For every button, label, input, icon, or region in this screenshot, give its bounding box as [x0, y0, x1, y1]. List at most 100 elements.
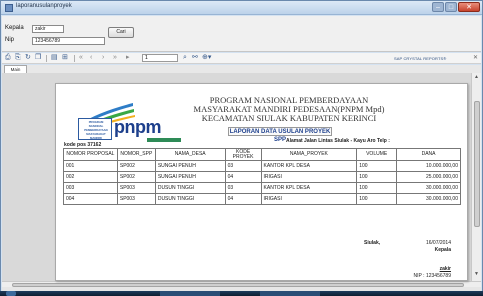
maximize-button[interactable]: □	[445, 2, 457, 12]
kepala-label: Kepala	[5, 25, 24, 31]
cell-spp: SP003	[116, 193, 156, 205]
nip-value: 123456789	[425, 273, 451, 279]
cell-dana: 30.000.000,00	[396, 182, 461, 194]
report-page: PROGRAM NASIONAL PEMBERDAYAAN MASYARAKAT…	[55, 83, 468, 281]
cell-nomor: 002	[63, 171, 118, 183]
first-page-icon[interactable]: «	[79, 54, 83, 63]
report-window: laporanusulanproyek – □ ✕ Kepala zakir N…	[0, 0, 483, 296]
cell-nomor: 001	[63, 160, 118, 172]
cell-proyek: IRIGASI	[260, 193, 358, 205]
tab-main-report[interactable]: Main Report	[4, 65, 27, 79]
column-header: KODE PROYEK	[224, 148, 262, 161]
signature-name: zakir	[439, 266, 451, 272]
page-number-input[interactable]: 1	[142, 54, 178, 62]
pnpm-brand: pnpm	[114, 117, 162, 137]
goto-page-icon[interactable]: ▸	[126, 54, 130, 63]
cell-volume: 100	[356, 160, 398, 172]
column-header: NAMA_DESA	[154, 148, 226, 161]
close-button[interactable]: ✕	[458, 2, 480, 12]
nip-label: NIP :	[413, 273, 425, 279]
cell-volume: 100	[356, 171, 398, 183]
report-title: LAPORAN DATA USULAN PROYEK SPP	[228, 127, 332, 143]
cell-volume: 100	[356, 182, 398, 194]
report-tabs: Main Report	[2, 65, 481, 79]
signature-nip: NIP : 123456789	[366, 273, 451, 279]
start-button[interactable]	[6, 291, 16, 296]
nip-label: Nip	[5, 37, 15, 43]
vertical-scrollbar[interactable]: ▲ ▼	[471, 73, 481, 281]
cell-nomor: 004	[63, 193, 118, 205]
copy-icon[interactable]: ❐	[35, 54, 41, 63]
cell-desa: SUNGAI PENUH	[154, 171, 226, 183]
toolbar-divider	[74, 55, 75, 62]
crystal-reports-brand: SAP CRYSTAL REPORTS®	[394, 56, 447, 61]
cell-desa: DUSUN TINGGI	[154, 193, 226, 205]
export-icon[interactable]: ⎙	[5, 54, 11, 63]
last-page-icon[interactable]: »	[113, 54, 117, 63]
cell-spp: SP003	[116, 182, 156, 194]
cell-dana: 30.000.000,00	[396, 193, 461, 205]
table-row: 004 SP003 DUSUN TINGGI 04 IRIGASI 100 30…	[63, 193, 461, 205]
pnpm-brand-underline	[147, 138, 181, 142]
next-page-icon[interactable]: ›	[102, 54, 104, 63]
program-line-3: KECAMATAN SIULAK KABUPATEN KERINCI	[201, 113, 377, 123]
scroll-up-icon[interactable]: ▲	[474, 74, 479, 80]
app-icon	[5, 4, 13, 12]
table-row: 003 SP003 DUSUN TINGGI 03 KANTOR KPL DES…	[63, 182, 461, 194]
minimize-button[interactable]: –	[432, 2, 444, 12]
cell-nomor: 003	[63, 182, 118, 194]
cell-spp: SP002	[116, 171, 156, 183]
address: Alamat Jalan Lintas Siulak - Kayu Aro Te…	[286, 138, 390, 144]
column-header: NOMOR PROPOSAL	[63, 148, 118, 161]
logo-text: MANDIRI	[90, 136, 102, 140]
signature-place: Siulak,	[364, 240, 381, 246]
cell-kode: 04	[224, 171, 262, 183]
print-icon[interactable]: ⎘	[15, 54, 21, 63]
column-header: NOMOR_SPP	[116, 148, 156, 161]
table-row: 002 SP002 SUNGAI PENUH 04 IRIGASI 100 25…	[63, 171, 461, 183]
cell-dana: 25.000.000,00	[396, 171, 461, 183]
nip-input[interactable]: 123456789	[32, 37, 105, 45]
signature-role: Kepala	[434, 247, 451, 253]
scroll-thumb[interactable]	[474, 101, 480, 227]
table-row: 001 SP002 SUNGAI PENUH 03 KANTOR KPL DES…	[63, 160, 461, 172]
cell-kode: 04	[224, 193, 262, 205]
cell-spp: SP002	[116, 160, 156, 172]
taskbar	[0, 291, 483, 296]
viewer-toolbar: ⎙ ⎘ ↻ ❐ ▤ ⊞ « ‹ › » ▸ 1 ⌕ ⚯ ⊕▾ SAP CRYST…	[2, 53, 481, 64]
cell-kode: 03	[224, 182, 262, 194]
parameter-icon[interactable]: ⊞	[62, 54, 68, 63]
refresh-icon[interactable]: ↻	[25, 54, 31, 63]
zoom-icon[interactable]: ⊕▾	[202, 54, 211, 63]
filter-form: Kepala zakir Nip 123456789 Cari	[2, 16, 481, 52]
title-bar[interactable]: laporanusulanproyek – □ ✕	[1, 1, 482, 15]
cell-proyek: IRIGASI	[260, 171, 358, 183]
taskbar-item[interactable]	[160, 291, 220, 296]
binoculars-icon[interactable]: ⚯	[192, 54, 198, 63]
cell-desa: DUSUN TINGGI	[154, 182, 226, 194]
window-title: laporanusulanproyek	[16, 3, 72, 9]
cell-proyek: KANTOR KPL DESA	[260, 182, 358, 194]
table-header-row: NOMOR PROPOSAL NOMOR_SPP NAMA_DESA KODE …	[63, 148, 461, 161]
find-icon[interactable]: ⌕	[183, 54, 187, 63]
cari-button[interactable]: Cari	[108, 27, 134, 38]
group-tree-icon[interactable]: ▤	[51, 54, 58, 63]
cell-kode: 03	[224, 160, 262, 172]
column-header: NAMA_PROYEK	[260, 148, 358, 161]
close-viewer-icon[interactable]: ✕	[473, 54, 478, 61]
taskbar-item[interactable]	[260, 291, 320, 296]
pnpm-logo-box: PROGRAM NASIONAL PEMBERDAYAAN MASYARAKAT…	[78, 118, 112, 140]
prev-page-icon[interactable]: ‹	[90, 54, 92, 63]
scroll-down-icon[interactable]: ▼	[474, 271, 479, 277]
column-header: DANA	[396, 148, 461, 161]
program-header: PROGRAM NASIONAL PEMBERDAYAAN MASYARAKAT…	[164, 96, 414, 123]
cell-volume: 100	[356, 193, 398, 205]
kepala-input[interactable]: zakir	[32, 25, 64, 33]
cell-dana: 10.000.000,00	[396, 160, 461, 172]
cell-proyek: KANTOR KPL DESA	[260, 160, 358, 172]
cell-desa: SUNGAI PENUH	[154, 160, 226, 172]
toolbar-divider	[46, 55, 47, 62]
system-tray	[440, 291, 480, 296]
signature-date: 16/07/2014	[425, 240, 451, 246]
column-header: VOLUME	[356, 148, 398, 161]
